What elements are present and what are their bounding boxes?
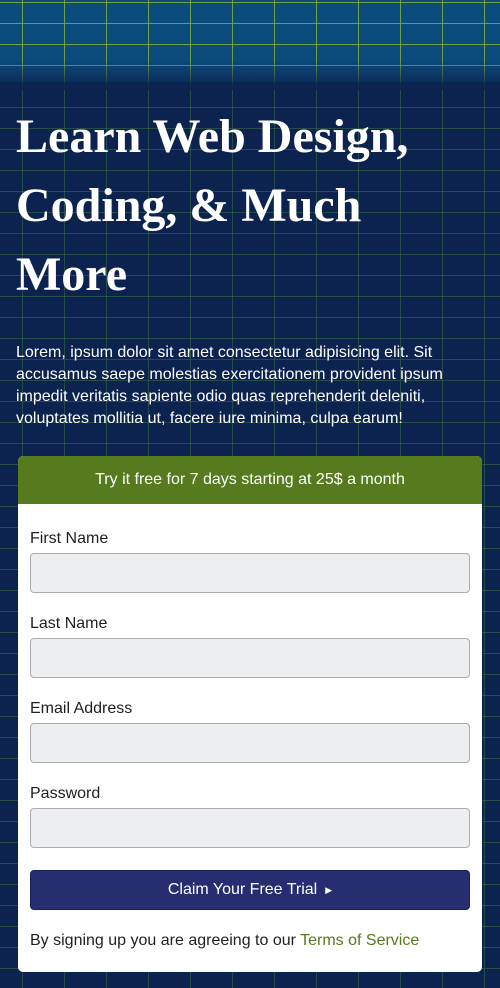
page-title: Learn Web Design, Coding, & Much More	[16, 110, 409, 301]
password-label: Password	[30, 785, 101, 802]
email-input[interactable]	[30, 723, 470, 763]
hero-description: Lorem, ipsum dolor sit amet consectetur …	[16, 344, 443, 427]
trial-offer-banner: Try it free for 7 days starting at 25$ a…	[18, 456, 482, 504]
terms-text: By signing up you are agreeing to our	[30, 932, 296, 949]
play-triangle-icon: ▶	[325, 884, 333, 895]
first-name-input[interactable]	[30, 553, 470, 593]
signup-form: First Name Last Name Email Address Passw…	[18, 504, 482, 950]
hero-section: Learn Web Design, Coding, & Much More Lo…	[16, 102, 476, 430]
last-name-group: Last Name	[30, 615, 470, 678]
first-name-label: First Name	[30, 530, 109, 547]
terms-of-service-link[interactable]: Terms of Service	[300, 932, 419, 949]
password-input[interactable]	[30, 808, 470, 848]
claim-trial-button[interactable]: Claim Your Free Trial ▶	[30, 870, 470, 910]
terms-notice: By signing up you are agreeing to our Te…	[30, 932, 470, 950]
background-fade	[0, 60, 500, 90]
password-group: Password	[30, 785, 470, 848]
email-group: Email Address	[30, 700, 470, 763]
claim-trial-label: Claim Your Free Trial	[167, 881, 318, 898]
email-label: Email Address	[30, 700, 133, 717]
trial-offer-text: Try it free for 7 days starting at 25$ a…	[95, 471, 405, 488]
signup-card: Try it free for 7 days starting at 25$ a…	[18, 456, 482, 972]
first-name-group: First Name	[30, 530, 470, 593]
last-name-input[interactable]	[30, 638, 470, 678]
last-name-label: Last Name	[30, 615, 108, 632]
